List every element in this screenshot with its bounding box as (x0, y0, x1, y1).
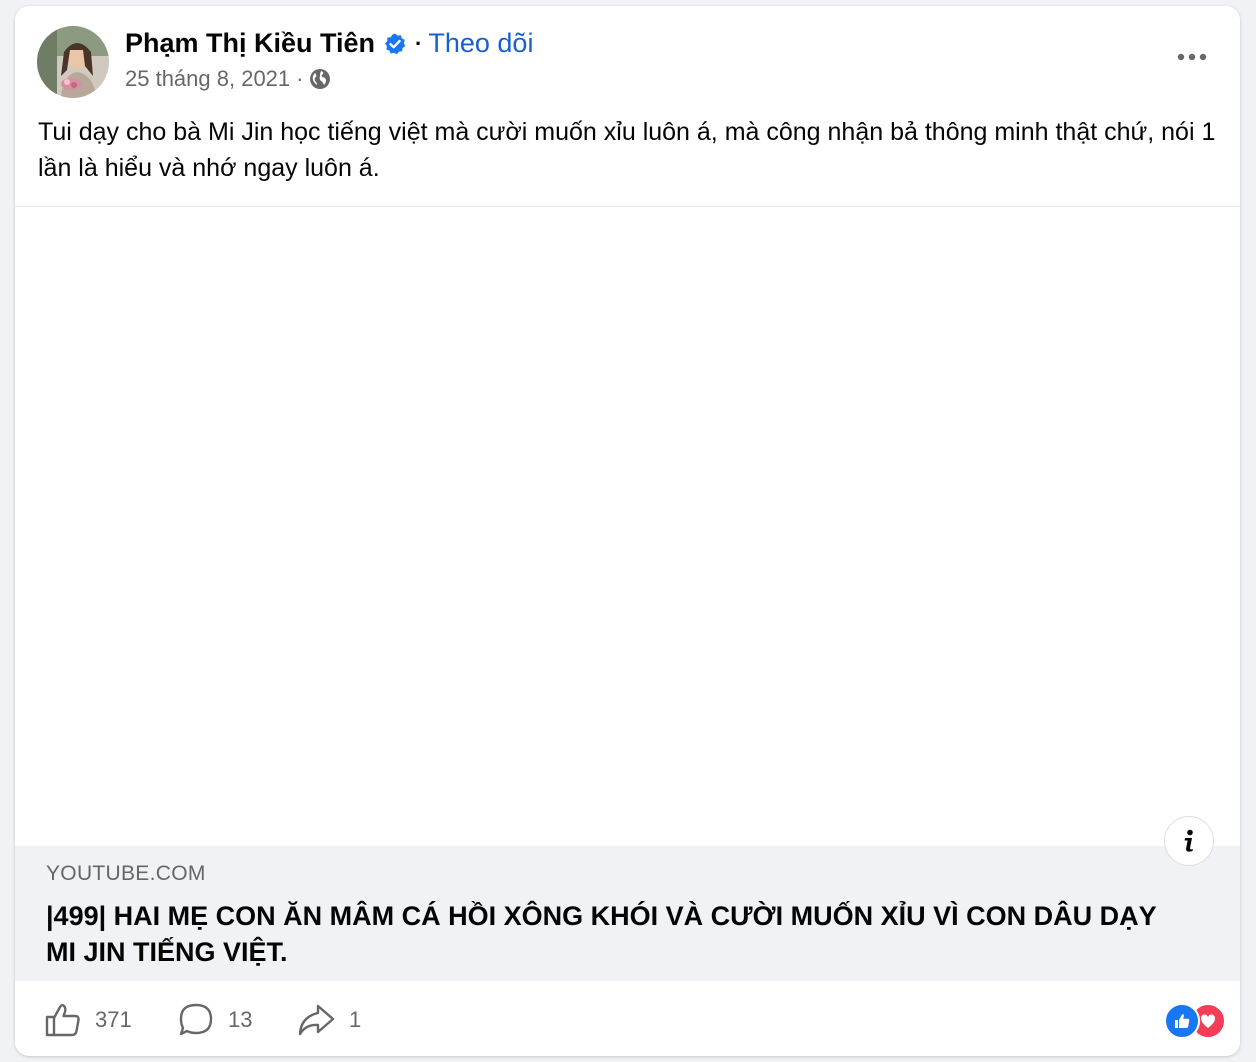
thumbs-up-icon (45, 1004, 80, 1037)
post-meta: 25 tháng 8, 2021 · (125, 66, 331, 92)
share-arrow-icon (298, 1004, 335, 1036)
video-embed-area[interactable] (15, 206, 1240, 847)
author-row: Phạm Thị Kiều Tiên · Theo dõi (125, 28, 533, 59)
avatar-image (37, 26, 109, 98)
author-name[interactable]: Phạm Thị Kiều Tiên (125, 28, 375, 59)
comment-count: 13 (228, 1007, 253, 1032)
meta-separator: · (296, 66, 304, 91)
post-header: Phạm Thị Kiều Tiên · Theo dõi 25 tháng 8… (15, 6, 1240, 106)
post-text: Tui dạy cho bà Mi Jin học tiếng việt mà … (38, 118, 1216, 182)
like-button[interactable]: 371 (45, 1003, 132, 1037)
globe-icon[interactable] (309, 68, 331, 90)
author-avatar[interactable] (37, 26, 109, 98)
comment-button[interactable]: 13 (178, 1003, 252, 1037)
info-icon (1184, 829, 1193, 852)
verified-badge-icon (383, 32, 407, 56)
comment-bubble-icon (179, 1003, 213, 1036)
link-domain: YOUTUBE.COM (46, 862, 206, 885)
share-count: 1 (349, 1007, 362, 1032)
reaction-summary[interactable] (1164, 1003, 1226, 1039)
like-reaction-icon (1164, 1003, 1200, 1039)
link-preview[interactable]: YOUTUBE.COM |499| HAI MẸ CON ĂN MÂM CÁ H… (15, 846, 1240, 981)
post-date[interactable]: 25 tháng 8, 2021 (125, 66, 290, 92)
share-button[interactable]: 1 (297, 1003, 361, 1037)
link-title[interactable]: |499| HAI MẸ CON ĂN MÂM CÁ HỒI XÔNG KHÓI… (46, 898, 1166, 970)
like-count: 371 (95, 1007, 132, 1032)
post-card: Phạm Thị Kiều Tiên · Theo dõi 25 tháng 8… (15, 6, 1240, 1056)
more-options-button[interactable] (1172, 42, 1212, 72)
action-bar: 371 13 1 (15, 981, 1240, 1056)
more-horizontal-icon (1177, 53, 1207, 61)
header-separator: · (415, 30, 423, 56)
info-button[interactable] (1164, 816, 1214, 866)
follow-button[interactable]: Theo dõi (428, 28, 533, 59)
